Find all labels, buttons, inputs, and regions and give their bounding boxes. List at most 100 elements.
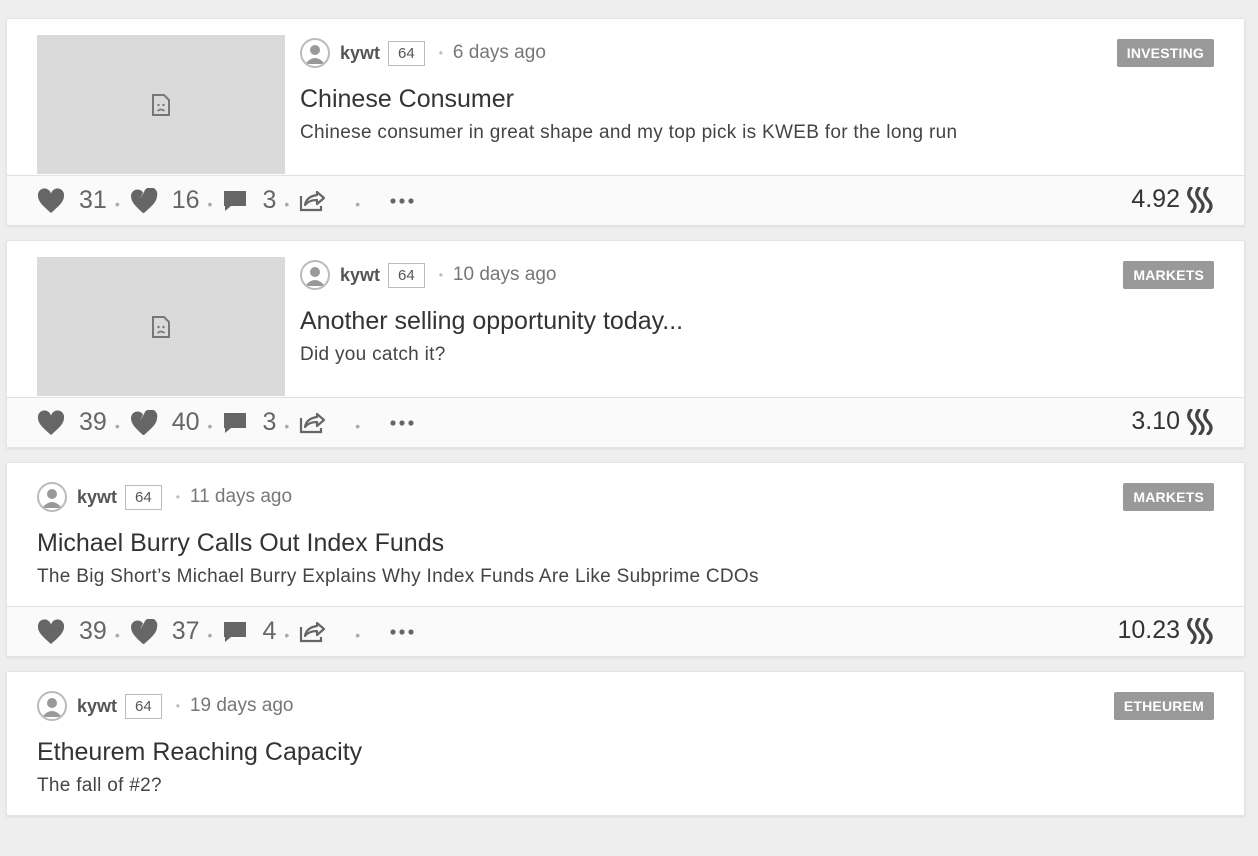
comments-button[interactable]: 3 — [222, 408, 276, 437]
user-avatar-icon[interactable] — [37, 691, 67, 721]
comment-count: 3 — [262, 408, 277, 436]
downvote-count: 37 — [171, 617, 200, 645]
post-card: INVESTING kywt 64 • 6 days ago Chinese C… — [6, 18, 1245, 226]
steem-icon — [1187, 617, 1213, 644]
author-link[interactable]: kywt — [77, 696, 117, 717]
broken-image-icon — [152, 315, 170, 338]
post-title[interactable]: Chinese Consumer — [300, 85, 1214, 114]
user-avatar-icon[interactable] — [300, 260, 330, 290]
post-time[interactable]: 6 days ago — [453, 42, 546, 64]
downvote-count: 16 — [171, 186, 200, 214]
post-summary[interactable]: Chinese consumer in great shape and my t… — [300, 122, 1214, 144]
author-link[interactable]: kywt — [340, 265, 380, 286]
share-icon — [300, 621, 326, 642]
separator-dot: • — [207, 195, 213, 212]
post-title[interactable]: Michael Burry Calls Out Index Funds — [37, 529, 1214, 558]
separator-dot: • — [438, 46, 443, 60]
post-feed: INVESTING kywt 64 • 6 days ago Chinese C… — [6, 18, 1245, 830]
downvote-button[interactable]: 16 — [130, 186, 200, 215]
payout-amount[interactable]: 10.23 — [1117, 616, 1214, 645]
separator-dot: • — [114, 195, 120, 212]
payout-value: 10.23 — [1117, 616, 1180, 644]
steem-icon — [1187, 186, 1213, 213]
upvote-count: 31 — [79, 186, 107, 214]
author-link[interactable]: kywt — [340, 43, 380, 64]
category-tag[interactable]: MARKETS — [1123, 483, 1214, 511]
post-thumbnail[interactable] — [37, 35, 285, 174]
upvote-button[interactable]: 31 — [37, 186, 107, 215]
separator-dot: • — [355, 417, 361, 434]
reputation-badge: 64 — [125, 693, 162, 719]
more-button[interactable] — [390, 419, 414, 426]
post-time[interactable]: 10 days ago — [453, 264, 557, 286]
post-meta: kywt 64 • 6 days ago — [300, 35, 1214, 71]
payout-amount[interactable]: 4.92 — [1131, 185, 1214, 214]
payout-value: 4.92 — [1131, 185, 1180, 213]
post-footer: 39 • 40 • 3 • • 3.10 — [7, 397, 1244, 447]
broken-heart-icon — [130, 618, 158, 644]
comment-icon — [224, 621, 247, 642]
post-time[interactable]: 19 days ago — [190, 695, 294, 717]
upvote-count: 39 — [79, 617, 107, 645]
reputation-badge: 64 — [388, 262, 425, 288]
broken-heart-icon — [130, 409, 158, 435]
separator-dot: • — [114, 417, 120, 434]
more-button[interactable] — [390, 197, 414, 204]
separator-dot: • — [355, 626, 361, 643]
post-footer: 39 • 37 • 4 • • 10.23 — [7, 606, 1244, 656]
payout-amount[interactable]: 3.10 — [1131, 407, 1214, 436]
category-tag[interactable]: ETHEUREM — [1113, 692, 1214, 720]
heart-icon — [37, 409, 65, 435]
post-title[interactable]: Etheurem Reaching Capacity — [37, 738, 1214, 767]
separator-dot: • — [207, 626, 213, 643]
comment-count: 3 — [262, 186, 277, 214]
downvote-count: 40 — [171, 408, 200, 436]
share-icon — [300, 412, 326, 433]
comment-count: 4 — [262, 617, 277, 645]
upvote-button[interactable]: 39 — [37, 408, 107, 437]
user-avatar-icon[interactable] — [300, 38, 330, 68]
share-button[interactable] — [299, 190, 341, 212]
steem-icon — [1187, 408, 1213, 435]
share-button[interactable] — [299, 621, 341, 643]
separator-dot: • — [114, 626, 120, 643]
post-summary[interactable]: The fall of #2? — [37, 775, 1214, 797]
separator-dot: • — [175, 699, 180, 713]
more-icon — [390, 419, 414, 426]
upvote-button[interactable]: 39 — [37, 617, 107, 646]
downvote-button[interactable]: 40 — [130, 408, 200, 437]
share-button[interactable] — [299, 412, 341, 434]
post-summary[interactable]: The Big Short’s Michael Burry Explains W… — [37, 566, 1214, 588]
post-meta: kywt 64 • 10 days ago — [300, 257, 1214, 293]
heart-icon — [37, 187, 65, 213]
user-avatar-icon[interactable] — [37, 482, 67, 512]
upvote-count: 39 — [79, 408, 107, 436]
post-footer: 31 • 16 • 3 • • 4.92 — [7, 175, 1244, 225]
separator-dot: • — [438, 268, 443, 282]
downvote-button[interactable]: 37 — [130, 617, 200, 646]
broken-image-icon — [152, 93, 170, 116]
author-link[interactable]: kywt — [77, 487, 117, 508]
separator-dot: • — [355, 195, 361, 212]
separator-dot: • — [207, 417, 213, 434]
category-tag[interactable]: MARKETS — [1123, 261, 1214, 289]
post-card: MARKETS kywt 64 • 11 days ago Michael Bu… — [6, 462, 1245, 657]
post-card: MARKETS kywt 64 • 10 days ago Another se… — [6, 240, 1245, 448]
comment-icon — [224, 412, 247, 433]
reputation-badge: 64 — [125, 484, 162, 510]
broken-heart-icon — [130, 187, 158, 213]
comments-button[interactable]: 3 — [222, 186, 276, 215]
separator-dot: • — [284, 417, 290, 434]
separator-dot: • — [284, 195, 290, 212]
post-summary[interactable]: Did you catch it? — [300, 344, 1214, 366]
post-meta: kywt 64 • 19 days ago — [37, 688, 1214, 724]
comments-button[interactable]: 4 — [222, 617, 276, 646]
post-thumbnail[interactable] — [37, 257, 285, 396]
category-tag[interactable]: INVESTING — [1116, 39, 1214, 67]
post-time[interactable]: 11 days ago — [190, 486, 292, 508]
heart-icon — [37, 618, 65, 644]
post-card: ETHEUREM kywt 64 • 19 days ago Etheurem … — [6, 671, 1245, 816]
post-title[interactable]: Another selling opportunity today... — [300, 307, 1214, 336]
more-icon — [390, 197, 414, 204]
more-button[interactable] — [390, 628, 414, 635]
